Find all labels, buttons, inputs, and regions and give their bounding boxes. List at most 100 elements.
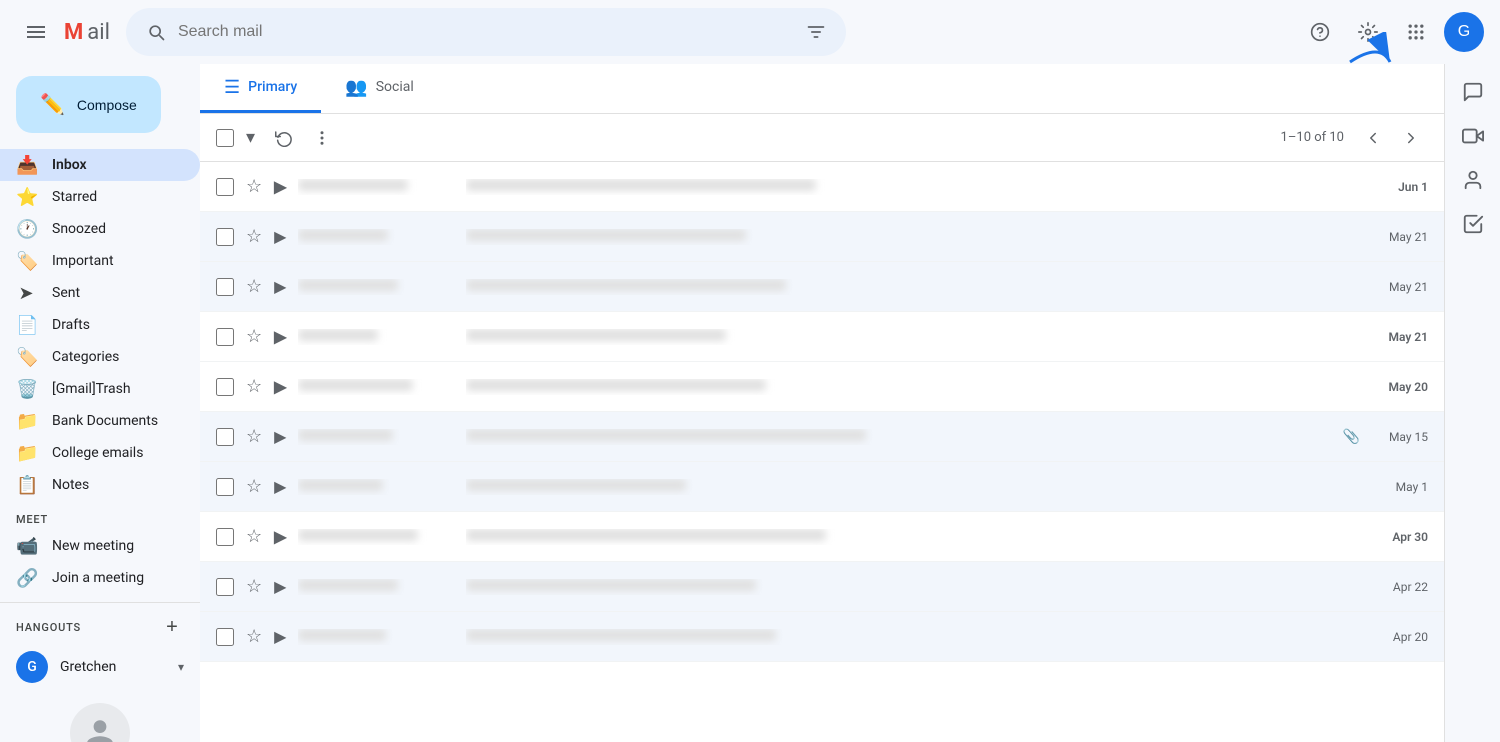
sidebar-item-drafts[interactable]: 📄 Drafts: [0, 309, 200, 341]
gmail-trash-label: [Gmail]Trash: [52, 381, 184, 397]
star-button[interactable]: ☆: [242, 576, 266, 597]
row-checkbox[interactable]: [216, 578, 234, 596]
snoozed-label: Snoozed: [52, 221, 184, 237]
row-checkbox[interactable]: [216, 228, 234, 246]
apps-icon: [1406, 22, 1426, 42]
row-checkbox[interactable]: [216, 278, 234, 296]
sidebar-item-important[interactable]: 🏷️ Important: [0, 245, 200, 277]
row-checkbox[interactable]: [216, 178, 234, 196]
star-button[interactable]: ☆: [242, 276, 266, 297]
hangouts-title: Hangouts: [16, 621, 160, 634]
gretchen-name: Gretchen: [60, 659, 166, 675]
sidebar: ✏️ Compose 📥 Inbox ⭐ Starred 🕐 Snoozed 🏷…: [0, 64, 200, 742]
label-icon: ▶: [274, 277, 286, 296]
bank-docs-label: Bank Documents: [52, 413, 184, 429]
hangout-user-gretchen[interactable]: G Gretchen ▾: [0, 647, 200, 687]
hamburger-icon: [27, 31, 45, 33]
page-info: 1–10 of 10: [1281, 130, 1344, 145]
star-button[interactable]: ☆: [242, 526, 266, 547]
sidebar-item-starred[interactable]: ⭐ Starred: [0, 181, 200, 213]
hangouts-add-button[interactable]: +: [160, 615, 184, 639]
row-checkbox[interactable]: [216, 528, 234, 546]
star-button[interactable]: ☆: [242, 626, 266, 647]
search-bar: [126, 8, 846, 56]
gmail-m-icon: M: [64, 20, 83, 45]
account-button[interactable]: G: [1444, 12, 1484, 52]
label-icon: ▶: [274, 327, 286, 346]
table-row[interactable]: ☆ ▶ May 1: [200, 462, 1444, 512]
sidebar-item-college-emails[interactable]: 📁 College emails: [0, 437, 200, 469]
sidebar-item-new-meeting[interactable]: 📹 New meeting: [0, 530, 200, 562]
table-row[interactable]: ☆ ▶ Apr 20: [200, 612, 1444, 662]
refresh-button[interactable]: [267, 122, 301, 154]
tab-primary[interactable]: ☰ Primary: [200, 64, 321, 113]
search-button[interactable]: [146, 22, 166, 42]
prev-page-button[interactable]: [1356, 122, 1390, 154]
apps-button[interactable]: [1396, 12, 1436, 52]
sidebar-item-bank-documents[interactable]: 📁 Bank Documents: [0, 405, 200, 437]
contacts-panel-button[interactable]: [1453, 160, 1493, 200]
refresh-icon: [275, 129, 293, 147]
chevron-left-icon: [1364, 129, 1382, 147]
sidebar-item-join-meeting[interactable]: 🔗 Join a meeting: [0, 562, 200, 594]
sidebar-item-sent[interactable]: ➤ Sent: [0, 277, 200, 309]
row-checkbox[interactable]: [216, 628, 234, 646]
sent-icon: ➤: [16, 283, 36, 304]
gmail-trash-icon: 🗑️: [16, 379, 36, 400]
sidebar-item-snoozed[interactable]: 🕐 Snoozed: [0, 213, 200, 245]
gretchen-chevron-icon: ▾: [178, 660, 184, 674]
select-all-checkbox[interactable]: [216, 129, 234, 147]
row-checkbox[interactable]: [216, 378, 234, 396]
search-input[interactable]: [178, 23, 794, 41]
label-icon: ▶: [274, 627, 286, 646]
gmail-text: ail: [87, 20, 110, 45]
star-button[interactable]: ☆: [242, 176, 266, 197]
settings-button[interactable]: [1348, 12, 1388, 52]
table-row[interactable]: ☆ ▶ May 21: [200, 262, 1444, 312]
sidebar-item-categories[interactable]: 🏷️ Categories: [0, 341, 200, 373]
menu-button[interactable]: [16, 12, 56, 52]
meet-panel-button[interactable]: [1453, 116, 1493, 156]
row-checkbox[interactable]: [216, 478, 234, 496]
sidebar-item-inbox[interactable]: 📥 Inbox: [0, 149, 200, 181]
table-row[interactable]: ☆ ▶ 📎 May 15: [200, 412, 1444, 462]
star-button[interactable]: ☆: [242, 326, 266, 347]
label-icon: ▶: [274, 527, 286, 546]
row-checkbox[interactable]: [216, 428, 234, 446]
tab-social[interactable]: 👥 Social: [321, 64, 441, 113]
inbox-label: Inbox: [52, 157, 184, 173]
star-button[interactable]: ☆: [242, 476, 266, 497]
compose-button[interactable]: ✏️ Compose: [16, 76, 161, 133]
sidebar-item-notes[interactable]: 📋 Notes: [0, 469, 200, 501]
next-page-button[interactable]: [1394, 122, 1428, 154]
primary-tab-icon: ☰: [224, 77, 240, 98]
label-icon: ▶: [274, 177, 286, 196]
chat-panel-button[interactable]: [1453, 72, 1493, 112]
no-hangouts-avatar: [70, 703, 130, 742]
star-button[interactable]: ☆: [242, 226, 266, 247]
star-button[interactable]: ☆: [242, 426, 266, 447]
sidebar-nav: 📥 Inbox ⭐ Starred 🕐 Snoozed 🏷️ Important…: [0, 149, 200, 501]
gmail-logo: M ail: [64, 20, 110, 45]
support-button[interactable]: [1300, 12, 1340, 52]
tasks-panel-button[interactable]: [1453, 204, 1493, 244]
hangouts-section: Hangouts + G Gretchen ▾ No Hangouts cont…: [0, 602, 200, 742]
table-row[interactable]: ☆ ▶ May 20: [200, 362, 1444, 412]
more-options-button[interactable]: [305, 122, 339, 154]
row-checkbox[interactable]: [216, 328, 234, 346]
more-icon: [313, 129, 331, 147]
table-row[interactable]: ☆ ▶ May 21: [200, 312, 1444, 362]
table-row[interactable]: ☆ ▶ Apr 30: [200, 512, 1444, 562]
sidebar-item-gmail-trash[interactable]: 🗑️ [Gmail]Trash: [0, 373, 200, 405]
table-row[interactable]: ☆ ▶ Jun 1: [200, 162, 1444, 212]
categories-label: Categories: [52, 349, 184, 365]
search-options-button[interactable]: [806, 22, 826, 42]
college-emails-label: College emails: [52, 445, 184, 461]
tabs-row: ☰ Primary 👥 Social: [200, 64, 1444, 114]
select-dropdown-button[interactable]: ▾: [238, 122, 263, 154]
table-row[interactable]: ☆ ▶ Apr 22: [200, 562, 1444, 612]
sent-label: Sent: [52, 285, 184, 301]
star-button[interactable]: ☆: [242, 376, 266, 397]
social-tab-label: Social: [376, 79, 414, 95]
table-row[interactable]: ☆ ▶ May 21: [200, 212, 1444, 262]
